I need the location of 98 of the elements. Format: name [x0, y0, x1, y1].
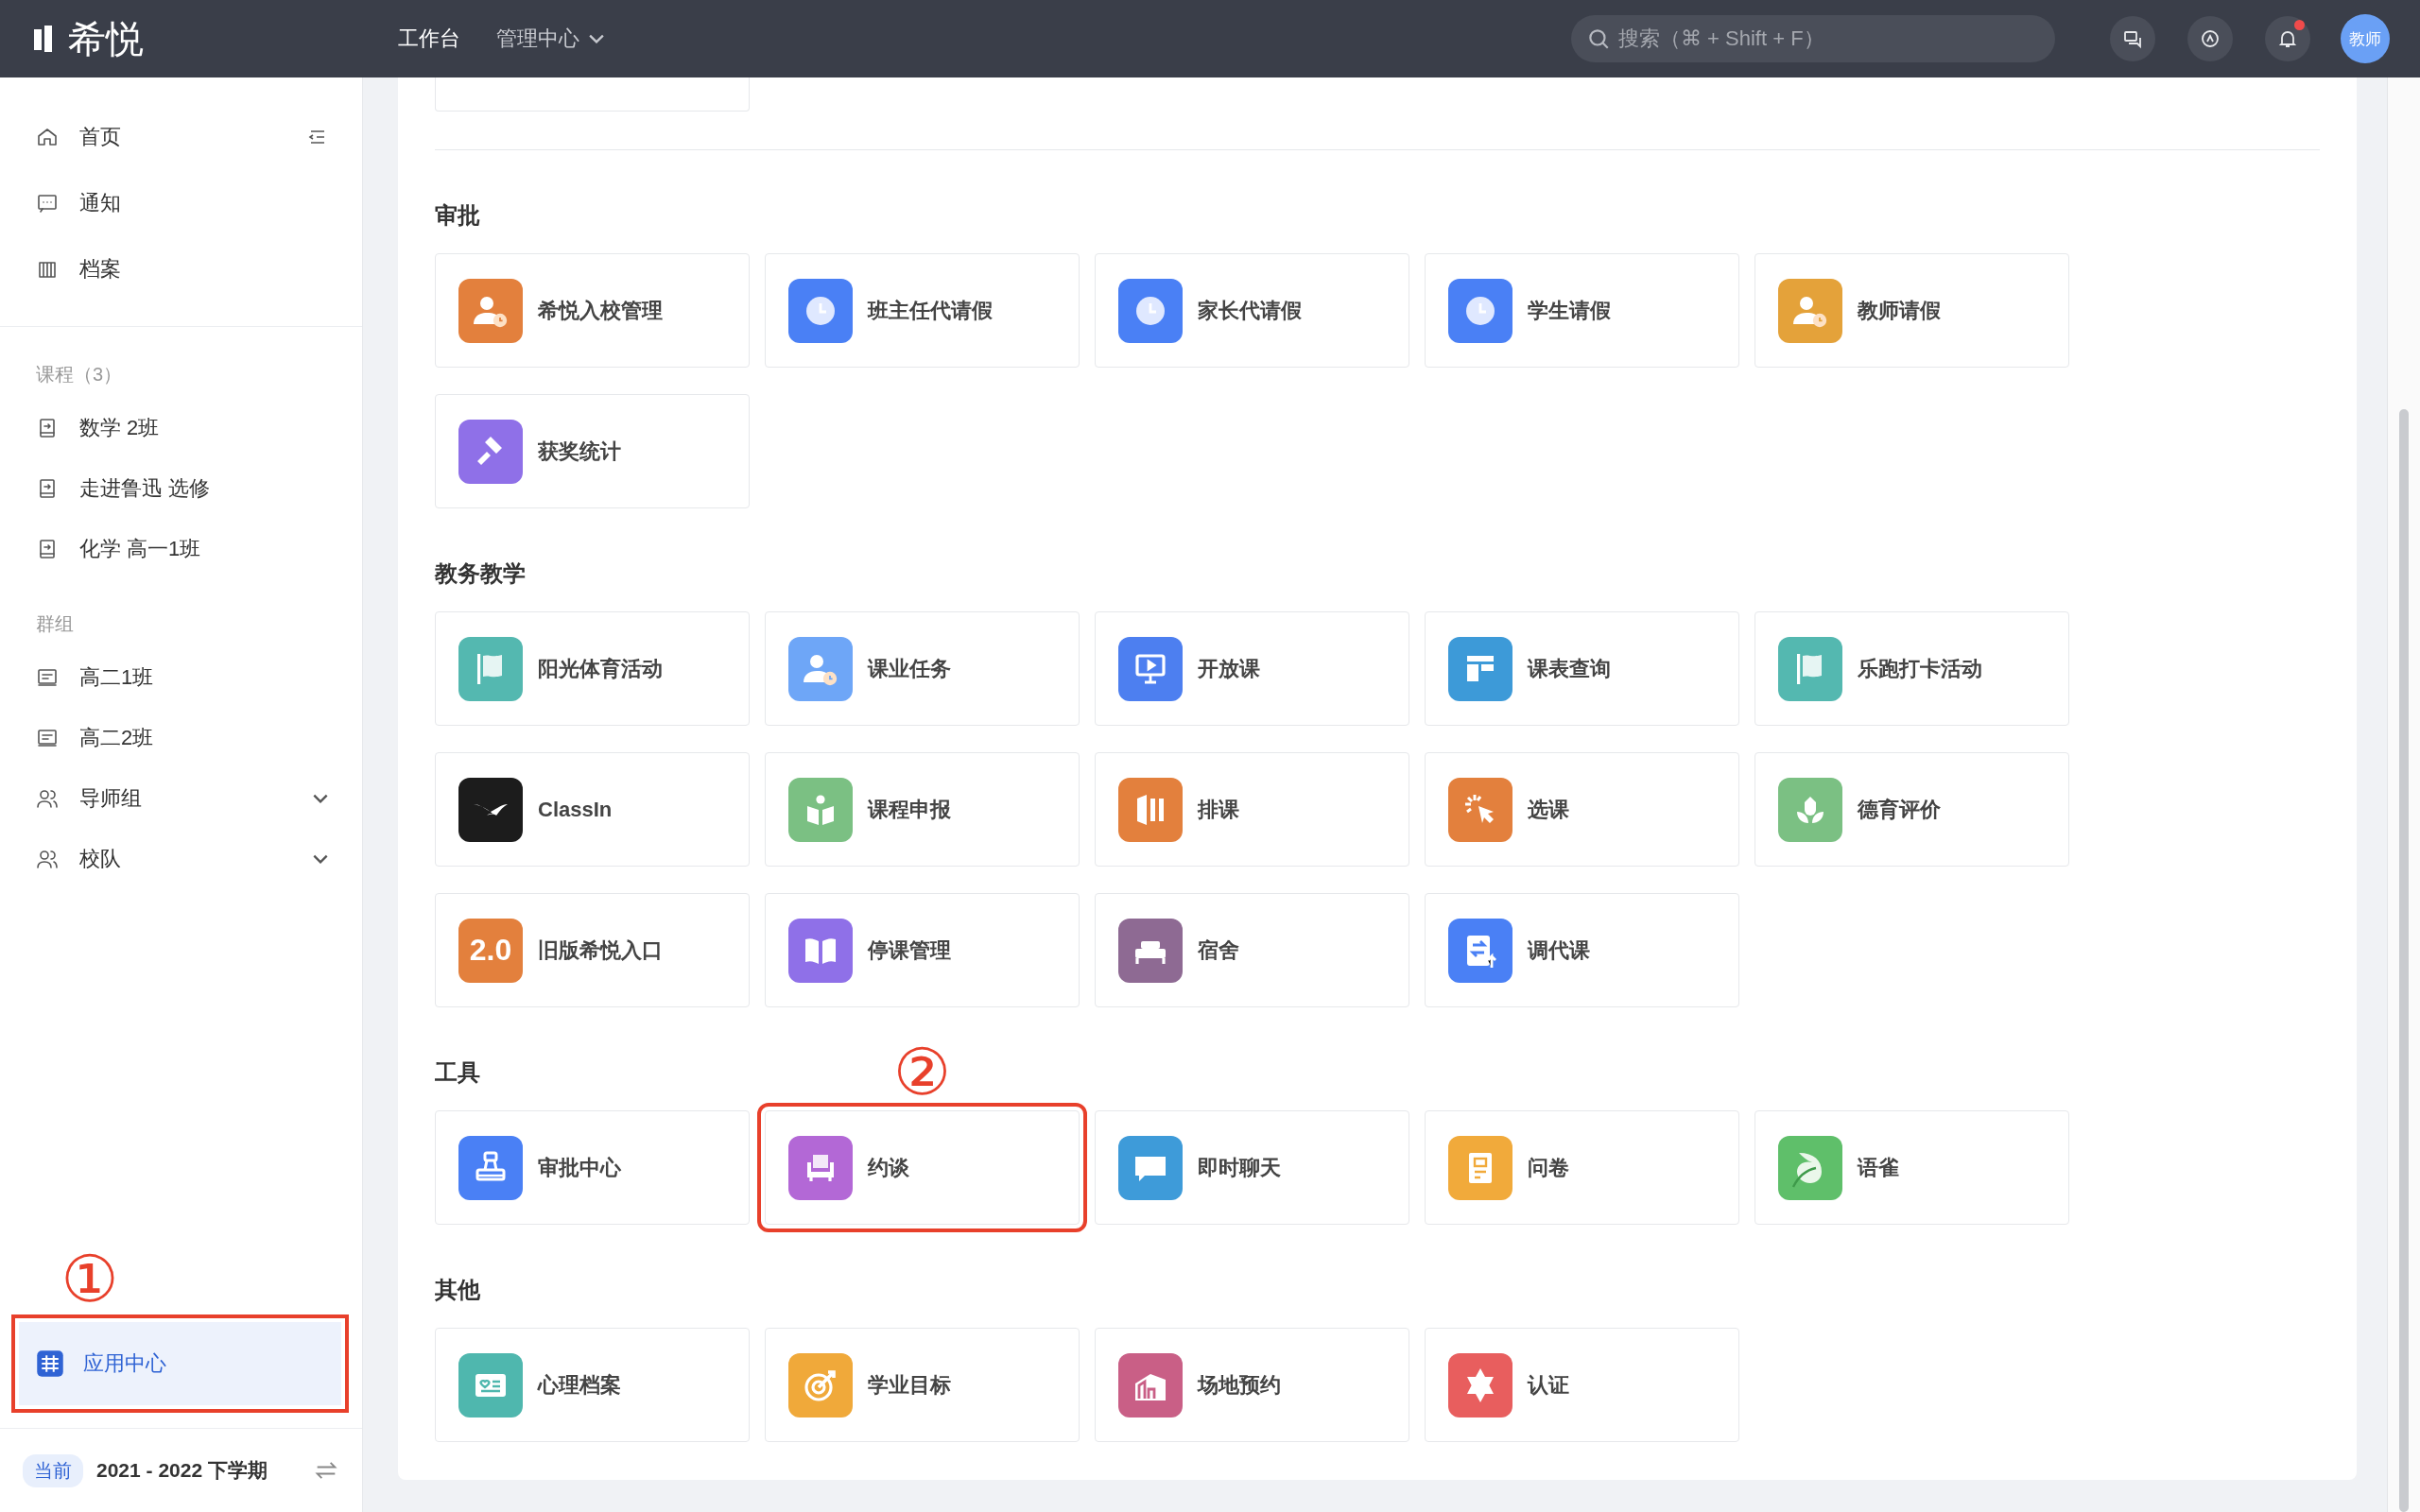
sidebar-item[interactable]: 通知	[0, 170, 362, 236]
app-card[interactable]: 学生请假	[1425, 253, 1739, 368]
app-name: 课程申报	[868, 796, 951, 823]
sidebar-item[interactable]: 高二2班	[0, 708, 362, 768]
app-card[interactable]: 调代课	[1425, 893, 1739, 1007]
app-name: 阳光体育活动	[538, 655, 663, 682]
term-label: 2021 - 2022 下学期	[96, 1458, 268, 1483]
sidebar-item[interactable]: 化学 高一1班	[0, 519, 362, 579]
app-card[interactable]: 心理档案	[435, 1328, 750, 1442]
app-name: 即时聊天	[1198, 1154, 1281, 1181]
sidebar-item[interactable]: 数学 2班	[0, 398, 362, 458]
app-name: 教师请假	[1858, 297, 1941, 324]
chevron-down-icon	[313, 794, 328, 803]
app-name: 问卷	[1528, 1154, 1569, 1181]
app-card[interactable]: 认证	[1425, 1328, 1739, 1442]
app-name: 旧版希悦入口	[538, 936, 663, 964]
notification-button[interactable]	[2265, 16, 2310, 61]
section-title: 其他	[435, 1276, 480, 1304]
app-card[interactable]: ClassIn	[435, 752, 750, 867]
current-badge: 当前	[23, 1453, 83, 1487]
app-name: 课业任务	[868, 655, 951, 682]
sidebar-item[interactable]: 首页	[0, 104, 362, 170]
sidebar-item[interactable]: 走进鲁迅 选修	[0, 458, 362, 519]
sidebar-item[interactable]: 高二1班	[0, 647, 362, 708]
message-icon	[36, 192, 59, 215]
app-card[interactable]: 开放课	[1095, 611, 1409, 726]
app-card[interactable]: 教师请假	[1754, 253, 2069, 368]
section-title: 审批	[435, 201, 480, 230]
app-name: 约谈	[868, 1154, 909, 1181]
nav-tab[interactable]: 管理中心	[496, 25, 604, 53]
app-card[interactable]: 停课管理	[765, 893, 1080, 1007]
app-card[interactable]: 宿舍	[1095, 893, 1409, 1007]
app-center-item[interactable]: 应用中心	[19, 1322, 341, 1405]
app-card[interactable]: 即时聊天	[1095, 1110, 1409, 1225]
search-icon	[1586, 26, 1611, 51]
app-card[interactable]: 语雀	[1754, 1110, 2069, 1225]
sidebar-item[interactable]: 校队	[0, 829, 362, 889]
home-icon	[36, 126, 59, 148]
search-field[interactable]: 搜索（⌘ + Shift + F）	[1571, 15, 2055, 62]
chevron-down-icon	[313, 854, 328, 864]
switch-button[interactable]	[2187, 16, 2233, 61]
people-icon	[36, 787, 59, 810]
app-name: ClassIn	[538, 797, 613, 822]
app-name: 乐跑打卡活动	[1858, 655, 1982, 682]
nav-tab[interactable]: 工作台	[398, 25, 460, 53]
grid-icon	[36, 1349, 64, 1378]
app-card[interactable]: 课程申报	[765, 752, 1080, 867]
logo-text: 希悦	[68, 20, 144, 58]
app-name: 班主任代请假	[868, 297, 993, 324]
app-name: 宿舍	[1198, 936, 1239, 964]
sidebar-item[interactable]: 导师组	[0, 768, 362, 829]
app-name: 学生请假	[1528, 297, 1611, 324]
app-name: 希悦入校管理	[538, 297, 663, 324]
app-name: 家长代请假	[1198, 297, 1302, 324]
board-icon	[36, 666, 59, 689]
app-name: 开放课	[1198, 655, 1260, 682]
app-name: 心理档案	[538, 1371, 621, 1399]
app-card[interactable]: 问卷	[1425, 1110, 1739, 1225]
app-card[interactable]: 排课	[1095, 752, 1409, 867]
app-card[interactable]: 德育评价	[1754, 752, 2069, 867]
app-name: 语雀	[1858, 1154, 1899, 1181]
app-card[interactable]: 希悦入校管理	[435, 253, 750, 368]
version-tile: 2.0	[458, 918, 523, 983]
app-name: 学业目标	[868, 1371, 951, 1399]
step-number: ②	[893, 1040, 951, 1106]
app-name: 停课管理	[868, 936, 951, 964]
app-name: 获奖统计	[538, 438, 621, 465]
app-name: 排课	[1198, 796, 1239, 823]
app-card[interactable]: 乐跑打卡活动	[1754, 611, 2069, 726]
section-title: 工具	[435, 1058, 480, 1087]
app-card[interactable]: 场地预约	[1095, 1328, 1409, 1442]
app-name: 选课	[1528, 796, 1569, 823]
app-name: 课表查询	[1528, 655, 1611, 682]
people-icon	[36, 848, 59, 870]
group-title: 群组	[35, 611, 75, 636]
app-name: 场地预约	[1198, 1371, 1281, 1399]
app-card[interactable]: 班主任代请假	[765, 253, 1080, 368]
app-card[interactable]: 选课	[1425, 752, 1739, 867]
step-number: ①	[60, 1246, 120, 1313]
app-card[interactable]: 课业任务	[765, 611, 1080, 726]
sidebar-item[interactable]: 档案	[0, 236, 362, 302]
chat-button[interactable]	[2110, 16, 2155, 61]
section-title: 教务教学	[435, 559, 526, 588]
app-card[interactable]: 审批中心	[435, 1110, 750, 1225]
app-card[interactable]: 学业目标	[765, 1328, 1080, 1442]
app-card[interactable]: 家长代请假	[1095, 253, 1409, 368]
app-name: 调代课	[1528, 936, 1590, 964]
app-name: 认证	[1528, 1371, 1569, 1399]
group-title: 课程（3）	[35, 362, 124, 387]
app-card[interactable]: 课表查询	[1425, 611, 1739, 726]
app-name: 德育评价	[1858, 796, 1941, 823]
app-name: 审批中心	[538, 1154, 621, 1181]
scrollbar-thumb[interactable]	[2399, 409, 2409, 1512]
app-card[interactable]: 2.0 旧版希悦入口	[435, 893, 750, 1007]
board-icon	[36, 727, 59, 749]
chevron-down-icon	[589, 34, 604, 43]
app-card[interactable]: 阳光体育活动	[435, 611, 750, 726]
app-card[interactable]: 获奖统计	[435, 394, 750, 508]
